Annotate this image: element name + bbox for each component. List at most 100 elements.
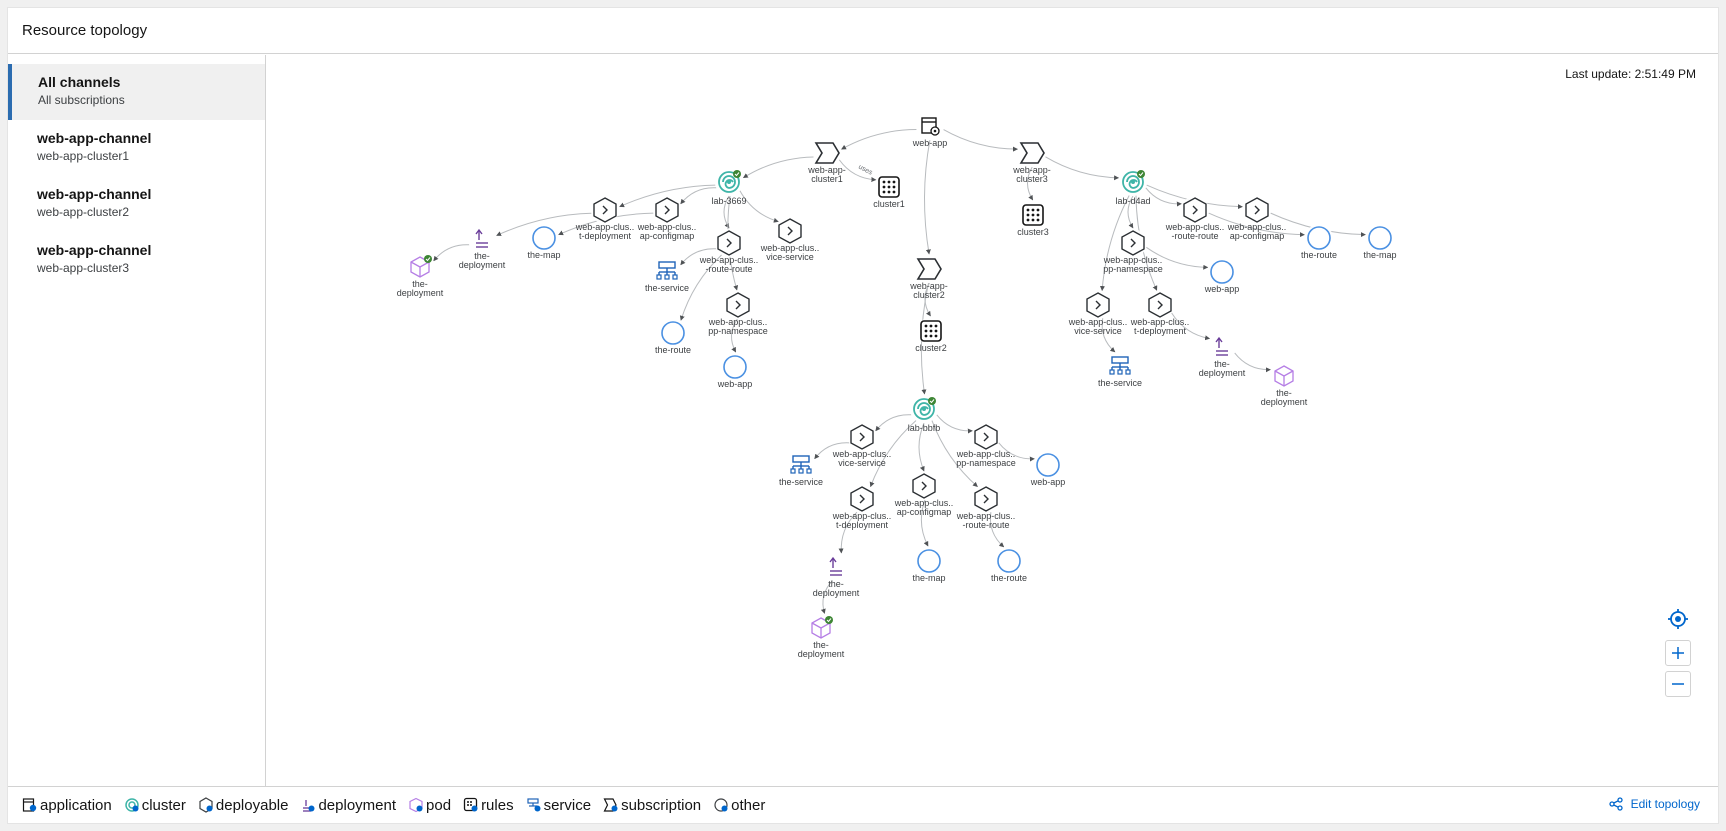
node-other-c2route[interactable]: the-route <box>991 547 1027 583</box>
other-icon <box>714 798 728 812</box>
share-icon <box>1608 797 1623 811</box>
rules-icon <box>463 797 478 812</box>
channel-item-all[interactable]: All channels All subscriptions <box>8 64 265 120</box>
status-ok-icon <box>928 397 936 405</box>
edge-app-sub3 <box>943 129 1018 152</box>
node-rules-rules3[interactable]: cluster3 <box>1017 201 1049 237</box>
channel-item-cluster3[interactable]: web-app-channel web-app-cluster3 <box>8 232 265 288</box>
node-deployable-c1d2[interactable]: web-app-clus..ap-configmap <box>637 196 697 241</box>
node-application-app[interactable]: web-app <box>912 112 948 148</box>
node-subscription-sub2[interactable]: web-app-cluster2 <box>909 255 948 300</box>
node-label: pp-namespace <box>708 326 768 336</box>
node-deployable-c3d4[interactable]: web-app-clus..vice-service <box>1068 291 1128 336</box>
legend-label: deployment <box>318 796 397 814</box>
topology-canvas[interactable]: Last update: 2:51:49 PM uses web-app web-… <box>267 55 1719 787</box>
node-deployable-c3d1[interactable]: web-app-clus..-route-route <box>1165 196 1225 241</box>
center-view-button[interactable] <box>1665 606 1691 632</box>
zoom-out-button[interactable] <box>1665 671 1691 697</box>
node-other-c1route[interactable]: the-route <box>655 319 691 355</box>
node-label: deployment <box>1261 397 1308 407</box>
channel-subtitle: web-app-cluster1 <box>37 149 130 163</box>
channel-item-cluster2[interactable]: web-app-channel web-app-cluster2 <box>8 176 265 232</box>
node-other-c1web[interactable]: web-app <box>717 353 753 389</box>
deployment-icon <box>303 800 315 812</box>
node-other-c2web[interactable]: web-app <box>1030 451 1066 487</box>
status-ok-icon <box>424 255 432 263</box>
node-label: vice-service <box>1074 326 1122 336</box>
status-ok-icon <box>733 170 741 178</box>
legend-bar: application cluster deployable deploymen… <box>8 786 1718 823</box>
legend-cluster: cluster <box>124 797 186 814</box>
node-deployable-c3d5[interactable]: web-app-clus..t-deployment <box>1130 291 1190 336</box>
node-deployment-c2dep[interactable]: the-deployment <box>813 553 860 598</box>
node-deployment-c3dep[interactable]: the-deployment <box>1199 333 1246 378</box>
node-cluster-c1[interactable]: lab-3669 <box>711 168 747 206</box>
node-subscription-sub3[interactable]: web-app-cluster3 <box>1012 139 1051 184</box>
node-cluster-c3[interactable]: lab-d4ad <box>1115 168 1151 206</box>
node-other-c3map[interactable]: the-map <box>1363 224 1397 260</box>
node-label: deployment <box>813 588 860 598</box>
node-label: cluster3 <box>1016 174 1048 184</box>
node-label: -route-route <box>962 520 1009 530</box>
node-label: ap-configmap <box>1230 231 1285 241</box>
legend-label: other <box>731 796 766 814</box>
node-label: deployment <box>798 649 845 659</box>
node-other-c3route[interactable]: the-route <box>1301 224 1337 260</box>
node-deployable-c1d3[interactable]: web-app-clus..-route-route <box>699 229 759 274</box>
node-cluster-c2[interactable]: lab-bbfb <box>908 395 941 433</box>
legend-pod: pod <box>408 797 451 814</box>
node-label: the-route <box>1301 250 1337 260</box>
edge-app-sub1 <box>841 129 917 150</box>
cluster-icon <box>124 798 139 812</box>
panel-header: Resource topology <box>8 8 1718 54</box>
node-label: lab-d4ad <box>1115 196 1150 206</box>
node-label: -route-route <box>1171 231 1218 241</box>
node-pod-c2pod[interactable]: the-deployment <box>798 614 845 659</box>
legend-application: application <box>22 797 112 814</box>
node-rules-rules1[interactable]: cluster1 <box>873 173 905 209</box>
edge-app-sub2 <box>924 139 931 255</box>
deployable-icon <box>199 797 213 813</box>
node-deployable-c2d5[interactable]: web-app-clus..-route-route <box>956 485 1016 530</box>
channel-name: All channels <box>38 74 121 90</box>
node-label: web-app <box>1204 284 1240 294</box>
node-deployable-c3d2[interactable]: web-app-clus..ap-configmap <box>1227 196 1287 241</box>
node-service-c3svc[interactable]: the-service <box>1098 352 1142 388</box>
topology-graph[interactable]: uses web-appweb-app-cluster1web-app-clus… <box>267 55 1719 787</box>
node-other-c3web[interactable]: web-app <box>1204 258 1240 294</box>
edit-topology-label: Edit topology <box>1630 797 1700 811</box>
node-deployable-c1d4[interactable]: web-app-clus..vice-service <box>760 217 820 262</box>
edge-label-uses: uses <box>857 164 874 177</box>
status-ok-icon <box>825 616 833 624</box>
node-label: t-deployment <box>836 520 889 530</box>
node-deployable-c2d3[interactable]: web-app-clus..t-deployment <box>832 485 892 530</box>
node-deployable-c1d5[interactable]: web-app-clus..pp-namespace <box>708 291 768 336</box>
node-label: the-service <box>1098 378 1142 388</box>
node-label: lab-3669 <box>711 196 746 206</box>
node-pod-c3pod[interactable]: the-deployment <box>1261 362 1308 407</box>
node-label: t-deployment <box>579 231 632 241</box>
pod-icon <box>409 797 423 813</box>
node-deployable-c2d4[interactable]: web-app-clus..ap-configmap <box>894 472 954 517</box>
service-icon <box>526 798 541 812</box>
node-other-c1map[interactable]: the-map <box>527 224 561 260</box>
node-other-c2map[interactable]: the-map <box>912 547 946 583</box>
node-deployable-c2d1[interactable]: web-app-clus..vice-service <box>832 423 892 468</box>
node-pod-c1pod[interactable]: the-deployment <box>397 253 444 298</box>
legend-label: rules <box>481 796 514 814</box>
node-label: ap-configmap <box>640 231 695 241</box>
legend-subscription: subscription <box>603 797 701 814</box>
node-deployable-c2d2[interactable]: web-app-clus..pp-namespace <box>956 423 1016 468</box>
node-deployable-c1d1[interactable]: web-app-clus..t-deployment <box>575 196 635 241</box>
channel-item-cluster1[interactable]: web-app-channel web-app-cluster1 <box>8 120 265 176</box>
node-label: the-map <box>527 250 560 260</box>
node-deployment-c1dep[interactable]: the-deployment <box>459 225 506 270</box>
node-deployable-c3d3[interactable]: web-app-clus..pp-namespace <box>1103 229 1163 274</box>
node-label: lab-bbfb <box>908 423 941 433</box>
legend-label: application <box>40 796 112 814</box>
edit-topology-link[interactable]: Edit topology <box>1608 797 1700 811</box>
zoom-in-button[interactable] <box>1665 640 1691 666</box>
node-rules-rules2[interactable]: cluster2 <box>915 317 947 353</box>
node-label: the-route <box>655 345 691 355</box>
channel-subtitle: All subscriptions <box>38 93 125 107</box>
